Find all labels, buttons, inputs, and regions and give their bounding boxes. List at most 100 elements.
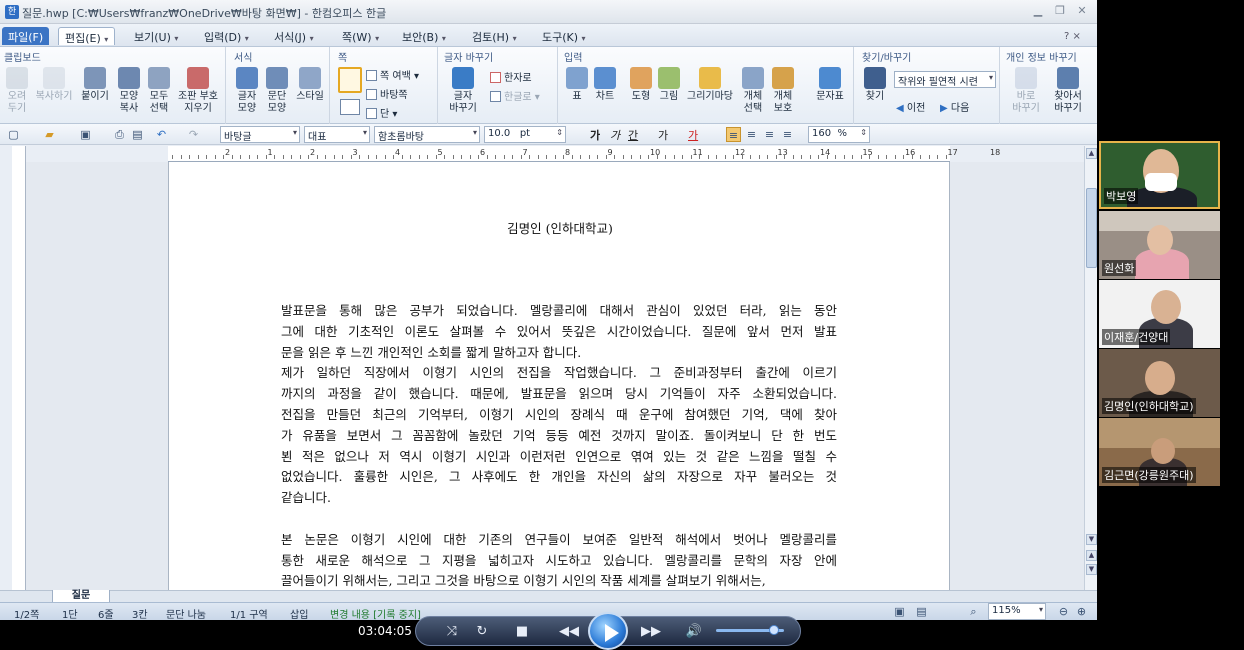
participant-tile[interactable]: 이재훈/건양대 — [1099, 280, 1220, 348]
find-replace-button[interactable]: 찾아서 바꾸기 — [1048, 67, 1088, 115]
zoom-out-icon[interactable]: ⊖ — [1056, 604, 1071, 619]
clear-codes-button[interactable]: 조판 부호 지우기 — [176, 67, 220, 115]
drawing-button[interactable]: 그리기마당 — [684, 67, 736, 103]
object-select-button[interactable]: 개체 선택 — [738, 67, 768, 115]
menu-edit[interactable]: 편집(E) ▾ — [58, 27, 116, 45]
play-button[interactable] — [588, 612, 628, 650]
cut-button[interactable]: 오려 두기 — [2, 67, 32, 115]
table-button[interactable]: 표 — [562, 67, 592, 103]
menu-tools[interactable]: 도구(K) ▾ — [536, 27, 592, 45]
page-margin-button[interactable]: 쪽 여백 ▾ — [366, 67, 419, 82]
zoom-select[interactable]: 115% ▾ — [988, 603, 1046, 620]
maximize-icon[interactable]: ❐ — [1050, 4, 1070, 19]
participant-tile[interactable]: 박보영 — [1099, 141, 1220, 209]
align-left-icon[interactable]: ≡ — [744, 127, 759, 142]
print-icon[interactable]: ⎙ — [112, 127, 127, 142]
object-protect-button[interactable]: 개체 보호 — [768, 67, 798, 115]
menu-file[interactable]: 파일(F) — [2, 27, 50, 45]
format-painter-button[interactable]: 모양 복사 — [114, 67, 144, 115]
menu-insert[interactable]: 입력(D) ▾ — [198, 27, 255, 45]
close-icon[interactable]: ✕ — [1072, 4, 1092, 19]
menu-view[interactable]: 보기(U) ▾ — [128, 27, 184, 45]
font-size-input[interactable]: 10.0 pt ⇕ — [484, 126, 566, 143]
symbol-button[interactable]: 문자표 — [810, 67, 850, 103]
font-color-button[interactable]: 가 — [688, 127, 698, 143]
lang-select[interactable]: 대표 ▾ — [304, 126, 370, 143]
prev-page-icon[interactable]: ▲ — [1086, 550, 1097, 561]
ruler-number: 7 — [522, 148, 528, 157]
volume-icon[interactable]: 🔊 — [684, 624, 704, 639]
document-page[interactable]: 김명인 (인하대학교) 발표문을 통해 많은 공부가 되었습니다. 멜랑콜리에 … — [168, 162, 950, 590]
menu-format[interactable]: 서식(J) ▾ — [268, 27, 320, 45]
ruler-tick — [180, 155, 182, 159]
font-select[interactable]: 함초롬바탕 ▾ — [374, 126, 480, 143]
find-combo[interactable]: 작위와 필연적 시련 ▾ — [894, 71, 996, 88]
align-justify-icon[interactable]: ≡ — [726, 127, 741, 142]
shuffle-icon[interactable]: ⤨ — [442, 624, 462, 639]
select-all-button[interactable]: 모두 선택 — [144, 67, 174, 115]
to-hanja-button[interactable]: 한자로 — [490, 69, 532, 84]
char-shape-button[interactable]: 글자 모양 — [232, 67, 262, 115]
save-icon[interactable]: ▣ — [78, 127, 93, 142]
vertical-scrollbar[interactable]: ▲ ▼ ▲ ▼ — [1084, 146, 1097, 590]
status-track-changes[interactable]: 변경 내용 [기록 중지] — [330, 606, 421, 620]
ruler-tick — [775, 155, 777, 159]
align-right-icon[interactable]: ≡ — [780, 127, 795, 142]
strike-button[interactable]: 가 — [658, 127, 668, 143]
menu-review[interactable]: 검토(H) ▾ — [466, 27, 523, 45]
columns-button[interactable]: 단 ▾ — [366, 105, 397, 120]
open-folder-icon[interactable]: ▰ — [42, 127, 57, 142]
scroll-thumb[interactable] — [1086, 188, 1097, 268]
stop-icon[interactable]: ■ — [512, 624, 532, 639]
align-center-icon[interactable]: ≡ — [762, 127, 777, 142]
char-change-button[interactable]: 글자 바꾸기 — [444, 67, 482, 115]
find-button[interactable]: 찾기 — [860, 67, 890, 103]
to-hangul-button[interactable]: 한글로 ▾ — [490, 88, 540, 103]
underline-button[interactable]: 간 — [628, 127, 638, 143]
para-shape-button[interactable]: 문단 모양 — [262, 67, 292, 115]
participant-tile[interactable]: 원선화 — [1099, 211, 1220, 279]
bold-button[interactable]: 가 — [590, 127, 600, 143]
zoom-icon[interactable]: ⌕ — [966, 604, 981, 619]
help-close-icons[interactable]: ? × — [1064, 31, 1081, 42]
line-spacing-input[interactable]: 160 % ⇕ — [808, 126, 870, 143]
style-button[interactable]: 스타일 — [292, 67, 328, 103]
page-icon[interactable] — [338, 67, 362, 93]
picture-button[interactable]: 그림 — [654, 67, 684, 103]
repeat-icon[interactable]: ↻ — [472, 624, 492, 639]
redo-icon[interactable]: ↷ — [186, 127, 201, 142]
chart-button[interactable]: 차트 — [590, 67, 620, 103]
participant-tile[interactable]: 김명인(인하대학교) — [1099, 349, 1220, 417]
group-clipboard: 클립보드 오려 두기 복사하기 붙이기 모양 복사 모두 선택 조판 부호 지우… — [0, 47, 226, 125]
scroll-up-icon[interactable]: ▲ — [1086, 148, 1097, 159]
find-next-button[interactable]: ▶ 다음 — [940, 99, 969, 114]
scroll-down-icon[interactable]: ▼ — [1086, 534, 1097, 545]
horizontal-ruler[interactable]: 2 1 2 3 4 5 6 7 8 9 10 11 12 13 14 15 16 17 18 — [168, 146, 1000, 162]
shape-button[interactable]: 도형 — [626, 67, 656, 103]
copy-button[interactable]: 복사하기 — [32, 67, 76, 103]
undo-icon[interactable]: ↶ — [154, 127, 169, 142]
view-normal-icon[interactable]: ▣ — [892, 604, 907, 619]
page-layout-icon[interactable] — [340, 99, 360, 115]
minimize-icon[interactable]: ▁ — [1028, 4, 1048, 19]
zoom-in-icon[interactable]: ⊕ — [1074, 604, 1089, 619]
find-prev-button[interactable]: ◀ 이전 — [896, 99, 925, 114]
volume-knob[interactable] — [768, 625, 779, 635]
italic-button[interactable]: 가 — [610, 127, 620, 143]
next-page-icon[interactable]: ▼ — [1086, 564, 1097, 575]
ruler-tick — [223, 155, 224, 159]
view-page-icon[interactable]: ▤ — [914, 604, 929, 619]
new-doc-icon[interactable]: ▢ — [6, 127, 21, 142]
status-mode[interactable]: 삽입 — [290, 606, 308, 620]
fast-forward-icon[interactable]: ▶▶ — [638, 624, 664, 639]
participant-tile[interactable]: 김근면(강릉원주대) — [1099, 418, 1220, 486]
quick-replace-button[interactable]: 바로 바꾸기 — [1008, 67, 1044, 115]
rewind-icon[interactable]: ◀◀ — [556, 624, 582, 639]
paste-button[interactable]: 붙이기 — [80, 67, 110, 103]
menu-page[interactable]: 쪽(W) ▾ — [336, 27, 385, 45]
style-select[interactable]: 바탕글 ▾ — [220, 126, 300, 143]
ruler-tick — [520, 155, 522, 159]
master-page-button[interactable]: 바탕쪽 — [366, 86, 408, 101]
preview-icon[interactable]: ▤ — [130, 127, 145, 142]
menu-security[interactable]: 보안(B) ▾ — [396, 27, 452, 45]
